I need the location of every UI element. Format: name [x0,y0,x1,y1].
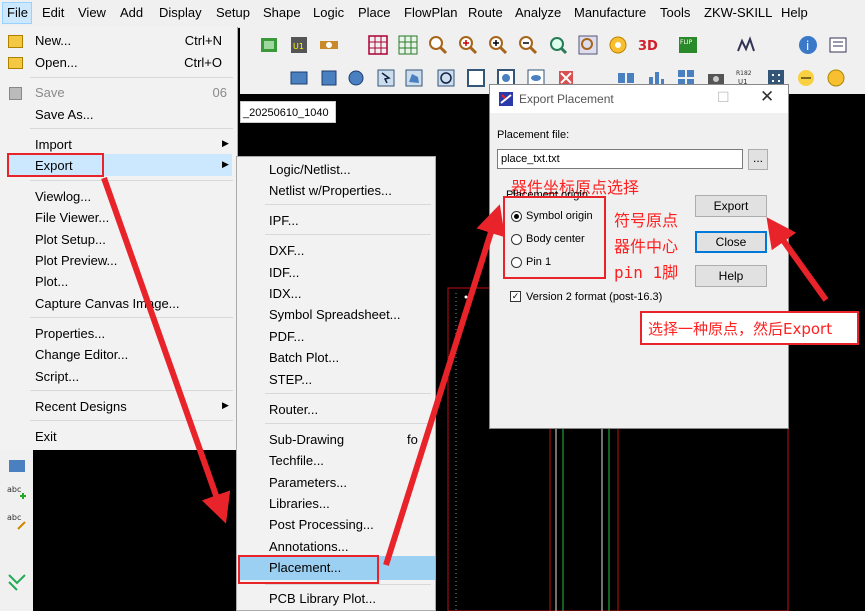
arrow-export-to-placement [101,177,231,524]
arrow-placement-to-dialog [383,204,506,566]
arrow-to-export-button [766,217,829,302]
annotation-arrows [101,177,829,566]
